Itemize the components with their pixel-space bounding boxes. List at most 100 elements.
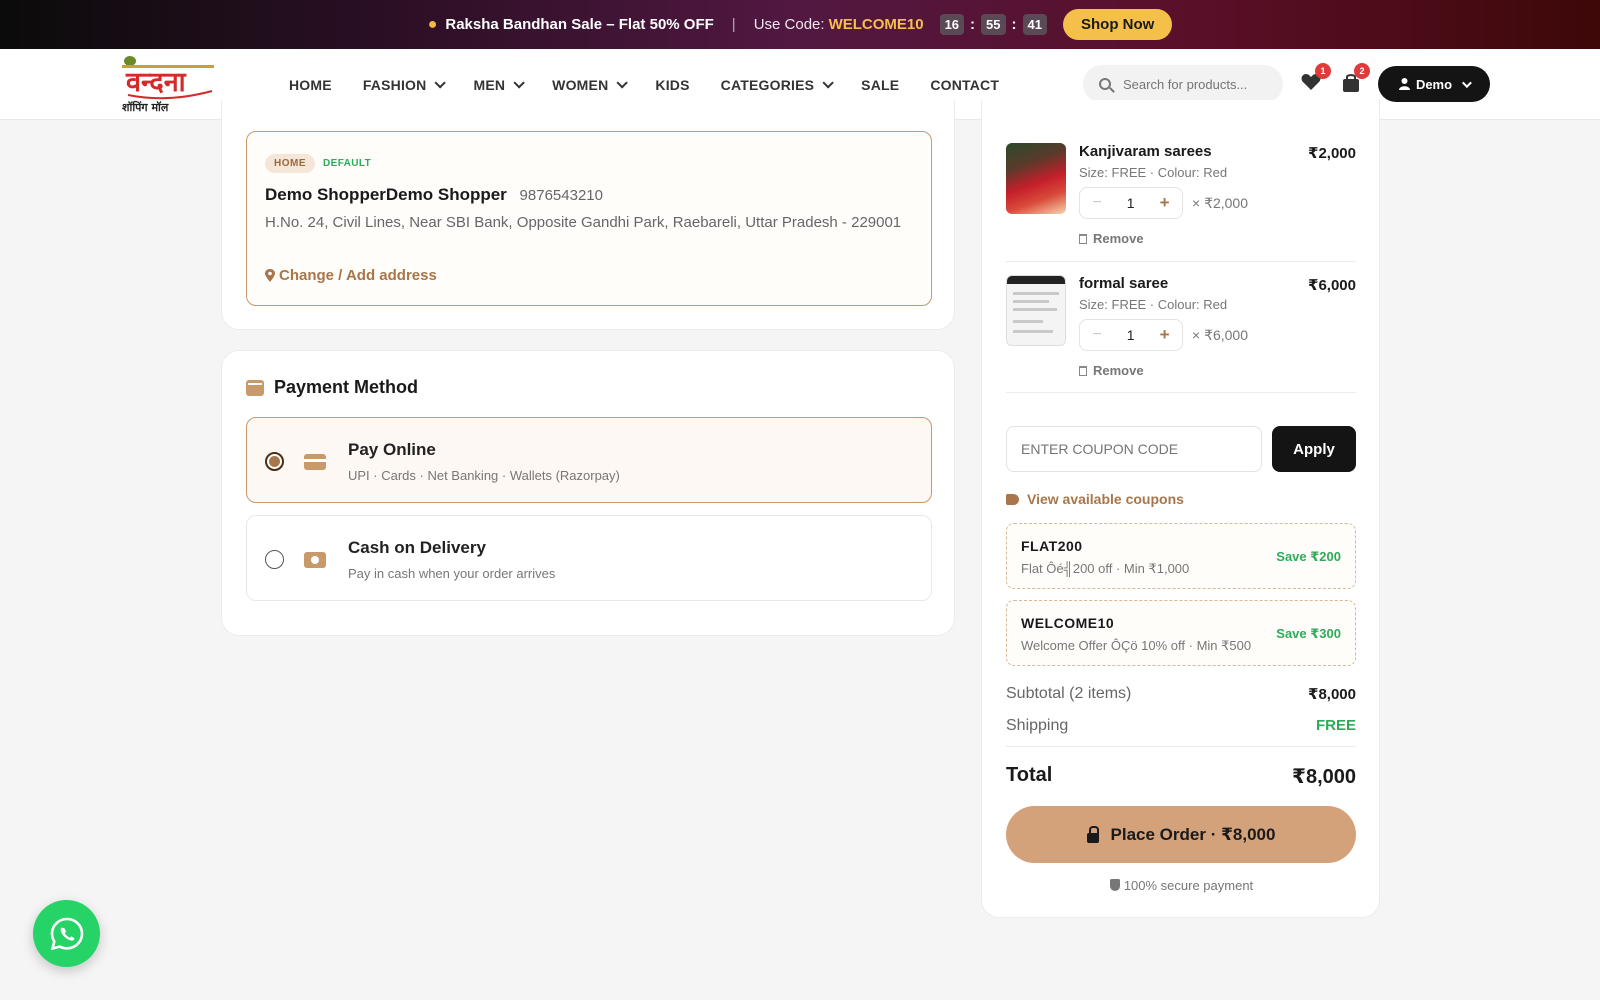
coupon-description: Flat Ôé╣200 off · Min ₹1,000 (1021, 561, 1190, 576)
remove-item-button[interactable]: Remove (1079, 231, 1144, 246)
payment-option-subtitle: Pay in cash when your order arrives (348, 566, 556, 581)
fire-icon: ● (427, 15, 438, 33)
address-text: H.No. 24, Civil Lines, Near SBI Bank, Op… (265, 214, 902, 231)
nav-women[interactable]: WOMEN (552, 77, 629, 93)
cart-button[interactable]: 2 (1342, 63, 1370, 98)
payment-title: Payment Method (274, 377, 419, 397)
payment-option-title: Cash on Delivery (348, 538, 486, 557)
nav-contact[interactable]: CONTACT (930, 77, 999, 93)
item-price: ₹6,000 (1308, 277, 1356, 294)
cart-count-badge: 2 (1354, 63, 1370, 79)
nav-label: MEN (473, 76, 506, 93)
remove-item-button[interactable]: Remove (1079, 363, 1144, 378)
increase-qty-button[interactable]: + (1160, 193, 1170, 213)
shield-icon (1109, 879, 1120, 891)
cash-icon (304, 552, 326, 568)
change-address-link[interactable]: Change / Add address (265, 267, 437, 284)
item-meta: Size: FREE · Colour: Red (1079, 165, 1228, 180)
nav-label: FASHION (362, 76, 427, 93)
total-row: Total ₹8,000 (1006, 764, 1356, 788)
item-name[interactable]: Kanjivaram sarees (1079, 143, 1212, 160)
coupon-savings: Save ₹200 (1276, 549, 1341, 564)
logo-text: वन्दना (125, 67, 187, 98)
increase-qty-button[interactable]: + (1160, 325, 1170, 345)
nav-fashion[interactable]: FASHION (362, 76, 447, 93)
payment-option-title: Pay Online (348, 440, 436, 459)
coupon-description: Welcome Offer ÔÇö 10% off · Min ₹500 (1021, 638, 1252, 653)
total-label: Total (1006, 764, 1053, 786)
divider (1006, 392, 1356, 393)
subtotal-value: ₹8,000 (1308, 686, 1356, 703)
payment-option-online[interactable]: Pay Online UPI · Cards · Net Banking · W… (246, 417, 932, 503)
nav-label: SALE (861, 76, 900, 93)
coupon-code: FLAT200 (1021, 538, 1083, 554)
order-summary: Kanjivaram sarees ₹2,000 Size: FREE · Co… (981, 100, 1380, 918)
brand-logo[interactable]: वन्दना शॉपिंग मॉल (118, 53, 218, 115)
place-order-button[interactable]: Place Order · ₹8,000 (1006, 806, 1356, 863)
item-unit-total: × ₹2,000 (1192, 195, 1249, 211)
credit-card-icon (304, 454, 326, 470)
remove-label: Remove (1093, 363, 1144, 378)
item-name[interactable]: formal saree (1079, 275, 1168, 292)
coupon-card-flat200[interactable]: FLAT200 Flat Ôé╣200 off · Min ₹1,000 Sav… (1006, 523, 1356, 589)
payment-option-subtitle: UPI · Cards · Net Banking · Wallets (Raz… (348, 468, 620, 483)
countdown-timer: 16 : 55 : 41 (939, 14, 1047, 35)
item-unit-total: × ₹6,000 (1192, 327, 1249, 343)
wishlist-count-badge: 1 (1315, 63, 1331, 79)
quantity-value: 1 (1126, 195, 1135, 211)
secure-label: 100% secure payment (1123, 878, 1254, 893)
timer-colon: : (970, 16, 976, 33)
quantity-stepper: − 1 + (1079, 319, 1183, 351)
decrease-qty-button[interactable]: − (1092, 194, 1101, 212)
radio-cash-on-delivery[interactable] (265, 550, 284, 569)
shop-now-button[interactable]: Shop Now (1062, 9, 1173, 40)
timer-minutes: 55 (981, 14, 1006, 35)
whatsapp-chat-button[interactable] (33, 900, 100, 967)
payment-option-cod[interactable]: Cash on Delivery Pay in cash when your o… (246, 515, 932, 601)
nav-label: HOME (289, 76, 332, 93)
coupon-code-input[interactable] (1006, 426, 1262, 472)
delivery-address-card: HOME DEFAULT Demo ShopperDemo Shopper 98… (221, 100, 955, 330)
chevron-down-icon (1462, 77, 1472, 88)
nav-label: CATEGORIES (720, 76, 815, 93)
nav-home[interactable]: HOME (289, 77, 332, 93)
product-thumbnail[interactable] (1006, 143, 1066, 214)
item-price: ₹2,000 (1308, 145, 1356, 162)
chevron-down-icon (616, 76, 629, 89)
wishlist-button[interactable]: 1 (1301, 63, 1331, 96)
shipping-row: Shipping FREE (1006, 717, 1356, 735)
tag-icon (1006, 493, 1019, 505)
lock-icon (1086, 825, 1099, 843)
nav-kids[interactable]: KIDS (655, 77, 689, 93)
recipient-phone: 9876543210 (519, 187, 603, 204)
user-name: Demo (1415, 76, 1453, 92)
product-thumbnail[interactable] (1006, 275, 1066, 346)
decrease-qty-button[interactable]: − (1092, 326, 1101, 344)
nav-men[interactable]: MEN (473, 76, 525, 93)
wallet-icon (246, 379, 264, 396)
search-input[interactable] (1123, 76, 1273, 92)
total-value: ₹8,000 (1292, 766, 1356, 788)
shipping-label: Shipping (1006, 717, 1069, 734)
payment-method-heading: Payment Method (246, 377, 418, 398)
coupon-savings: Save ₹300 (1276, 626, 1341, 641)
map-pin-icon (265, 269, 275, 282)
view-coupons-link[interactable]: View available coupons (1006, 491, 1184, 507)
selected-address[interactable]: HOME DEFAULT Demo ShopperDemo Shopper 98… (246, 131, 932, 306)
nav-categories[interactable]: CATEGORIES (720, 76, 834, 93)
divider (1006, 261, 1356, 262)
apply-coupon-button[interactable]: Apply (1272, 426, 1356, 472)
radio-pay-online[interactable] (265, 452, 284, 471)
nav-sale[interactable]: SALE (861, 77, 899, 93)
change-address-label: Change / Add address (279, 267, 437, 284)
promo-separator: | (731, 16, 736, 33)
coupon-code: WELCOME10 (1021, 615, 1115, 631)
address-type-badge: HOME (265, 154, 315, 173)
coupon-card-welcome10[interactable]: WELCOME10 Welcome Offer ÔÇö 10% off · Mi… (1006, 600, 1356, 666)
promo-sale-text: Raksha Bandhan Sale – Flat 50% OFF (445, 16, 714, 33)
timer-hours: 16 (939, 14, 965, 35)
user-menu-button[interactable]: Demo (1378, 66, 1490, 102)
default-badge: DEFAULT (323, 158, 372, 169)
payment-method-card: Payment Method Pay Online UPI · Cards · … (221, 350, 955, 636)
recipient-name: Demo ShopperDemo Shopper (265, 185, 507, 204)
